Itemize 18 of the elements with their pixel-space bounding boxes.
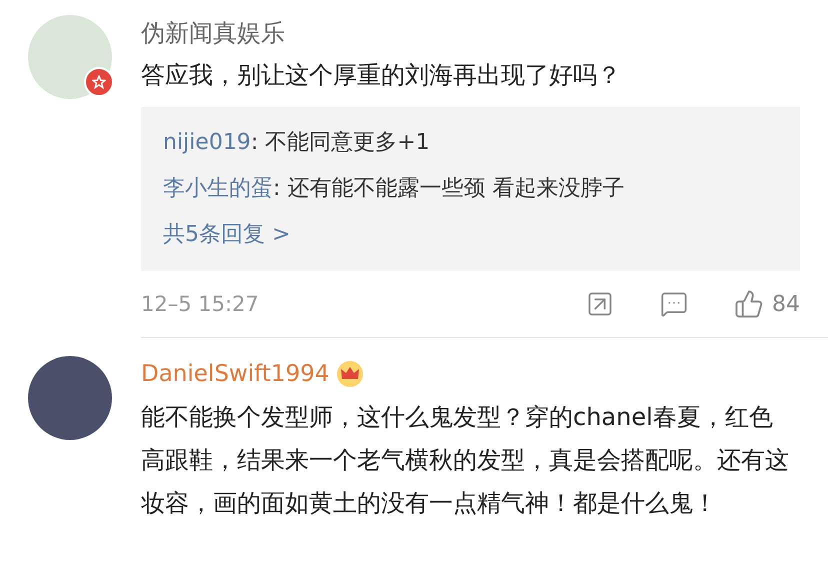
- crown-icon: [335, 360, 366, 388]
- share-icon: [586, 290, 614, 318]
- share-button[interactable]: [586, 290, 614, 318]
- comment-text: 答应我，别让这个厚重的刘海再出现了好吗？: [141, 60, 622, 91]
- reply-text: : 还有能不能露一些颈 看起来没脖子: [273, 175, 624, 203]
- comment-button[interactable]: [660, 290, 688, 318]
- author-name[interactable]: DanielSwift1994: [141, 361, 330, 387]
- like-button[interactable]: 84: [734, 289, 800, 319]
- badge-icon: [84, 67, 114, 97]
- comment-text: 能不能换个发型师，这什么鬼发型？穿的chanel春夏，红色高跟鞋，结果来一个老气横秋的发型，真是会搭配呢。还有这妆容，画的面如黄土的没有一点精气神！都是什么鬼！: [141, 402, 790, 519]
- more-replies-link[interactable]: 共5条回复 >: [163, 213, 290, 257]
- thumbs-up-icon: [734, 289, 764, 319]
- comment-time: 12–5 15:27: [141, 292, 260, 316]
- username-link[interactable]: nijie019: [163, 121, 251, 165]
- comment-icon: [660, 290, 688, 318]
- reply-text: : 不能同意更多+1: [250, 129, 430, 157]
- author-name[interactable]: 伪新闻真娱乐: [141, 17, 285, 49]
- username-link[interactable]: 李小生的蛋: [163, 167, 273, 211]
